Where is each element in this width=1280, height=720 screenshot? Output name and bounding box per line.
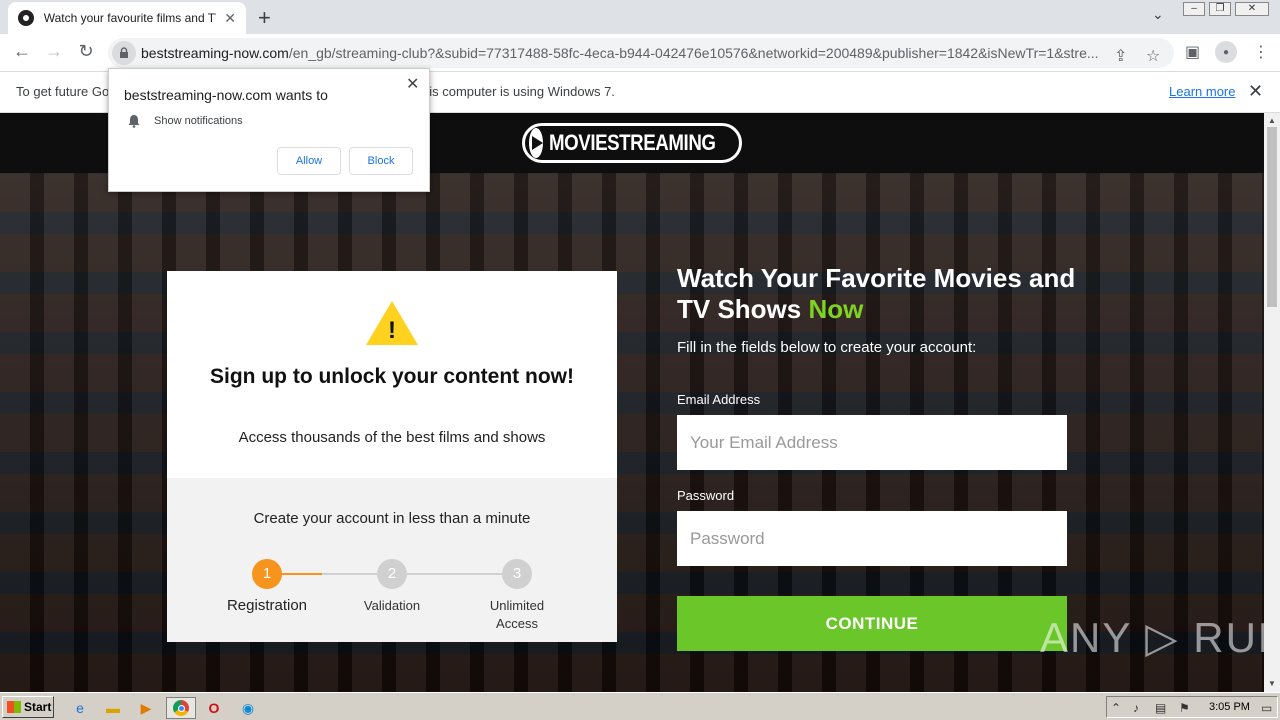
share-icon[interactable]: ⇪ [1114, 46, 1127, 66]
email-label: Email Address [677, 392, 761, 407]
media-player-icon[interactable]: ▶ [135, 697, 157, 719]
start-label: Start [24, 700, 52, 714]
side-panel-icon[interactable]: ▣ [1185, 42, 1200, 62]
signup-card: ! Sign up to unlock your content now! Ac… [167, 271, 617, 642]
bell-icon [128, 115, 140, 128]
browser-toolbar: ← → ↻ beststreaming-now.com/en_gb/stream… [0, 34, 1280, 72]
scroll-thumb[interactable] [1267, 127, 1277, 307]
form-heading: Watch Your Favorite Movies and TV Shows … [677, 263, 1097, 325]
form-subheading: Fill in the fields below to create your … [677, 339, 977, 356]
action-center-flag-icon[interactable]: ⚑ [1179, 701, 1190, 715]
step-2-label: Validation [363, 598, 421, 613]
page-scrollbar[interactable]: ▲ ▼ [1264, 113, 1280, 692]
forward-button[interactable]: → [42, 41, 66, 62]
step-3-label: Unlimited Access [489, 598, 545, 631]
password-field[interactable]: Password [677, 511, 1067, 566]
url-path: /en_gb/streaming-club?&subid=77317488-58… [288, 45, 1099, 61]
popup-permission-text: Show notifications [154, 115, 243, 127]
taskbar-clock[interactable]: 3:05 PM [1209, 701, 1250, 713]
ie-icon[interactable]: e [69, 697, 91, 719]
system-tray: ⌃ ♪ ▤ ⚑ 3:05 PM ▭ [1106, 696, 1278, 718]
scroll-down-icon[interactable]: ▼ [1268, 679, 1276, 688]
play-icon [529, 128, 543, 158]
browser-tab[interactable]: Watch your favourite films and TV sh ✕ [8, 2, 246, 34]
windows-logo-icon [7, 701, 21, 713]
step-3-dot: 3 [502, 559, 532, 589]
card-subheading: Access thousands of the best films and s… [238, 429, 546, 446]
volume-icon[interactable]: ♪ [1133, 701, 1139, 715]
popup-close-icon[interactable]: ✕ [406, 74, 419, 94]
anyrun-watermark: ANY ▷ RUN [1040, 614, 1264, 661]
back-button[interactable]: ← [10, 41, 34, 62]
start-button[interactable]: Start [2, 696, 54, 718]
info-bar-text-end: is computer is using Windows 7. [429, 84, 615, 99]
url-text[interactable]: beststreaming-now.com/en_gb/streaming-cl… [141, 45, 1111, 61]
warning-icon: ! [366, 301, 418, 345]
signup-steps-panel: Create your account in less than a minut… [167, 478, 617, 642]
chrome-icon [173, 700, 189, 716]
warning-glyph: ! [388, 317, 396, 344]
reload-button[interactable]: ↻ [74, 41, 98, 62]
explorer-folder-icon[interactable]: ▬ [102, 697, 124, 719]
logo-text: MOVIESTREAMING [549, 130, 716, 155]
learn-more-link[interactable]: Learn more [1169, 84, 1235, 99]
site-logo[interactable]: MOVIESTREAMING [522, 123, 742, 163]
lock-icon[interactable] [112, 41, 136, 65]
opera-icon[interactable]: O [203, 697, 225, 719]
block-button[interactable]: Block [349, 147, 413, 175]
profile-icon: ● [1222, 46, 1230, 58]
bookmark-star-icon[interactable]: ☆ [1146, 46, 1160, 66]
scroll-up-icon[interactable]: ▲ [1268, 116, 1276, 125]
profile-avatar[interactable]: ● [1215, 41, 1237, 63]
signup-card-top: ! Sign up to unlock your content now! Ac… [167, 271, 617, 478]
form-heading-accent: Now [808, 294, 864, 324]
address-bar[interactable]: beststreaming-now.com/en_gb/streaming-cl… [108, 38, 1174, 68]
close-window-button[interactable]: ✕ [1235, 2, 1269, 16]
info-bar-text-start: To get future Go [16, 84, 110, 99]
tab-title: Watch your favourite films and TV sh [43, 11, 217, 25]
show-desktop-icon[interactable]: ▭ [1261, 701, 1272, 715]
step-1-label: Registration [226, 597, 308, 614]
steps-title: Create your account in less than a minut… [253, 510, 531, 527]
url-host: beststreaming-now.com [141, 45, 289, 61]
site-favicon-icon [18, 10, 34, 26]
notification-permission-popup: beststreaming-now.com wants to ✕ Show no… [108, 68, 430, 192]
minimize-window-button[interactable]: – [1183, 2, 1205, 16]
email-field[interactable]: Your Email Address [677, 415, 1067, 470]
card-heading: Sign up to unlock your content now! [210, 365, 574, 388]
info-bar-close-icon[interactable]: ✕ [1248, 81, 1263, 102]
tab-search-chevron-icon[interactable]: ⌄ [1152, 6, 1164, 23]
tab-strip: Watch your favourite films and TV sh ✕ +… [0, 0, 1280, 34]
continue-button[interactable]: CONTINUE [677, 596, 1067, 651]
browser-menu-icon[interactable]: ⋮ [1253, 42, 1269, 62]
network-icon[interactable]: ▤ [1155, 701, 1166, 715]
popup-title: beststreaming-now.com wants to [124, 87, 328, 103]
password-label: Password [677, 488, 735, 503]
new-tab-button[interactable]: + [258, 5, 271, 31]
windows-taskbar: Start e ▬ ▶ O ◉ ⌃ ♪ ▤ ⚑ 3:05 PM ▭ [0, 692, 1280, 720]
allow-button[interactable]: Allow [277, 147, 341, 175]
chrome-taskbar-button[interactable] [166, 697, 196, 719]
tray-expand-icon[interactable]: ⌃ [1111, 701, 1121, 715]
step-2-dot: 2 [377, 559, 407, 589]
restore-window-button[interactable]: ❐ [1209, 2, 1231, 16]
tab-close-icon[interactable]: ✕ [224, 10, 236, 27]
web-page: MOVIESTREAMING ! Sign up to unlock your … [0, 113, 1264, 692]
form-heading-main: Watch Your Favorite Movies and TV Shows [677, 263, 1076, 324]
step-1-dot: 1 [252, 559, 282, 589]
edge-icon[interactable]: ◉ [237, 697, 259, 719]
